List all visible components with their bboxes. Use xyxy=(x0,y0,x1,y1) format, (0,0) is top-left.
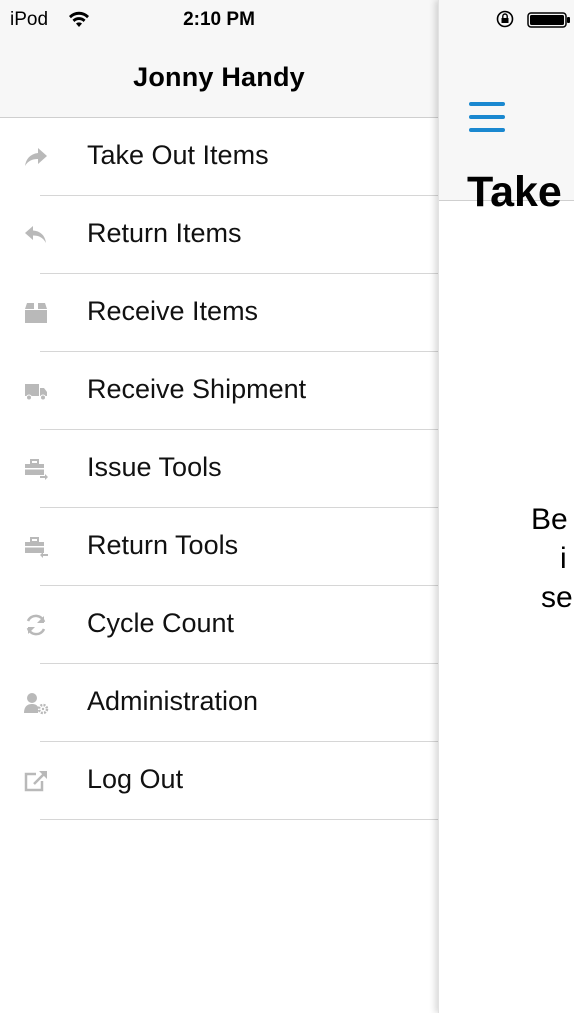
menu-item-label: Log Out xyxy=(87,764,184,794)
user-gear-icon xyxy=(23,691,49,715)
box-icon xyxy=(23,301,49,325)
share-arrow-icon xyxy=(23,145,49,169)
main-body-text: Be i se xyxy=(439,500,574,617)
user-name-title: Jonny Handy xyxy=(133,62,305,92)
body-text-line: i xyxy=(560,542,567,575)
menu-item-label: Receive Items xyxy=(87,296,259,326)
side-drawer: iPod 2:10 PM Jonny Handy Take Out Items … xyxy=(0,0,438,1013)
menu-item-receive-shipment[interactable]: Receive Shipment xyxy=(0,352,438,430)
body-text-line: se xyxy=(541,581,573,614)
truck-icon xyxy=(23,379,49,403)
menu-item-label: Cycle Count xyxy=(87,608,235,638)
main-panel[interactable]: Take Be i se xyxy=(438,0,574,1013)
reply-arrow-icon xyxy=(23,223,49,247)
external-link-icon xyxy=(23,769,49,793)
page-title: Take xyxy=(467,168,562,216)
menu-item-label: Issue Tools xyxy=(87,452,222,482)
battery-icon xyxy=(527,12,570,28)
menu-item-label: Receive Shipment xyxy=(87,374,307,404)
menu-item-issue-tools[interactable]: Issue Tools xyxy=(0,430,438,508)
hamburger-menu-icon[interactable] xyxy=(469,102,505,132)
body-text-line: Be xyxy=(531,503,568,536)
main-navigation-bar: Take xyxy=(439,40,574,216)
toolbox-out-icon xyxy=(23,457,49,481)
menu-item-receive-items[interactable]: Receive Items xyxy=(0,274,438,352)
menu-item-label: Take Out Items xyxy=(87,140,269,170)
main-status-bar xyxy=(439,0,574,40)
menu-item-label: Administration xyxy=(87,686,259,716)
menu-item-cycle-count[interactable]: Cycle Count xyxy=(0,586,438,664)
status-bar: iPod 2:10 PM xyxy=(0,0,438,40)
menu-item-take-out-items[interactable]: Take Out Items xyxy=(0,118,438,196)
menu-item-return-tools[interactable]: Return Tools xyxy=(0,508,438,586)
menu-item-label: Return Tools xyxy=(87,530,239,560)
toolbox-return-icon xyxy=(23,535,49,559)
menu-item-administration[interactable]: Administration xyxy=(0,664,438,742)
status-time: 2:10 PM xyxy=(183,9,255,30)
menu-item-label: Return Items xyxy=(87,218,242,248)
rotation-lock-icon xyxy=(496,10,514,28)
drawer-header: Jonny Handy xyxy=(0,40,438,118)
menu-item-log-out[interactable]: Log Out xyxy=(0,742,438,820)
menu-item-return-items[interactable]: Return Items xyxy=(0,196,438,274)
drawer-menu: Take Out Items Return Items Receive Item… xyxy=(0,118,438,820)
refresh-icon xyxy=(23,613,49,637)
